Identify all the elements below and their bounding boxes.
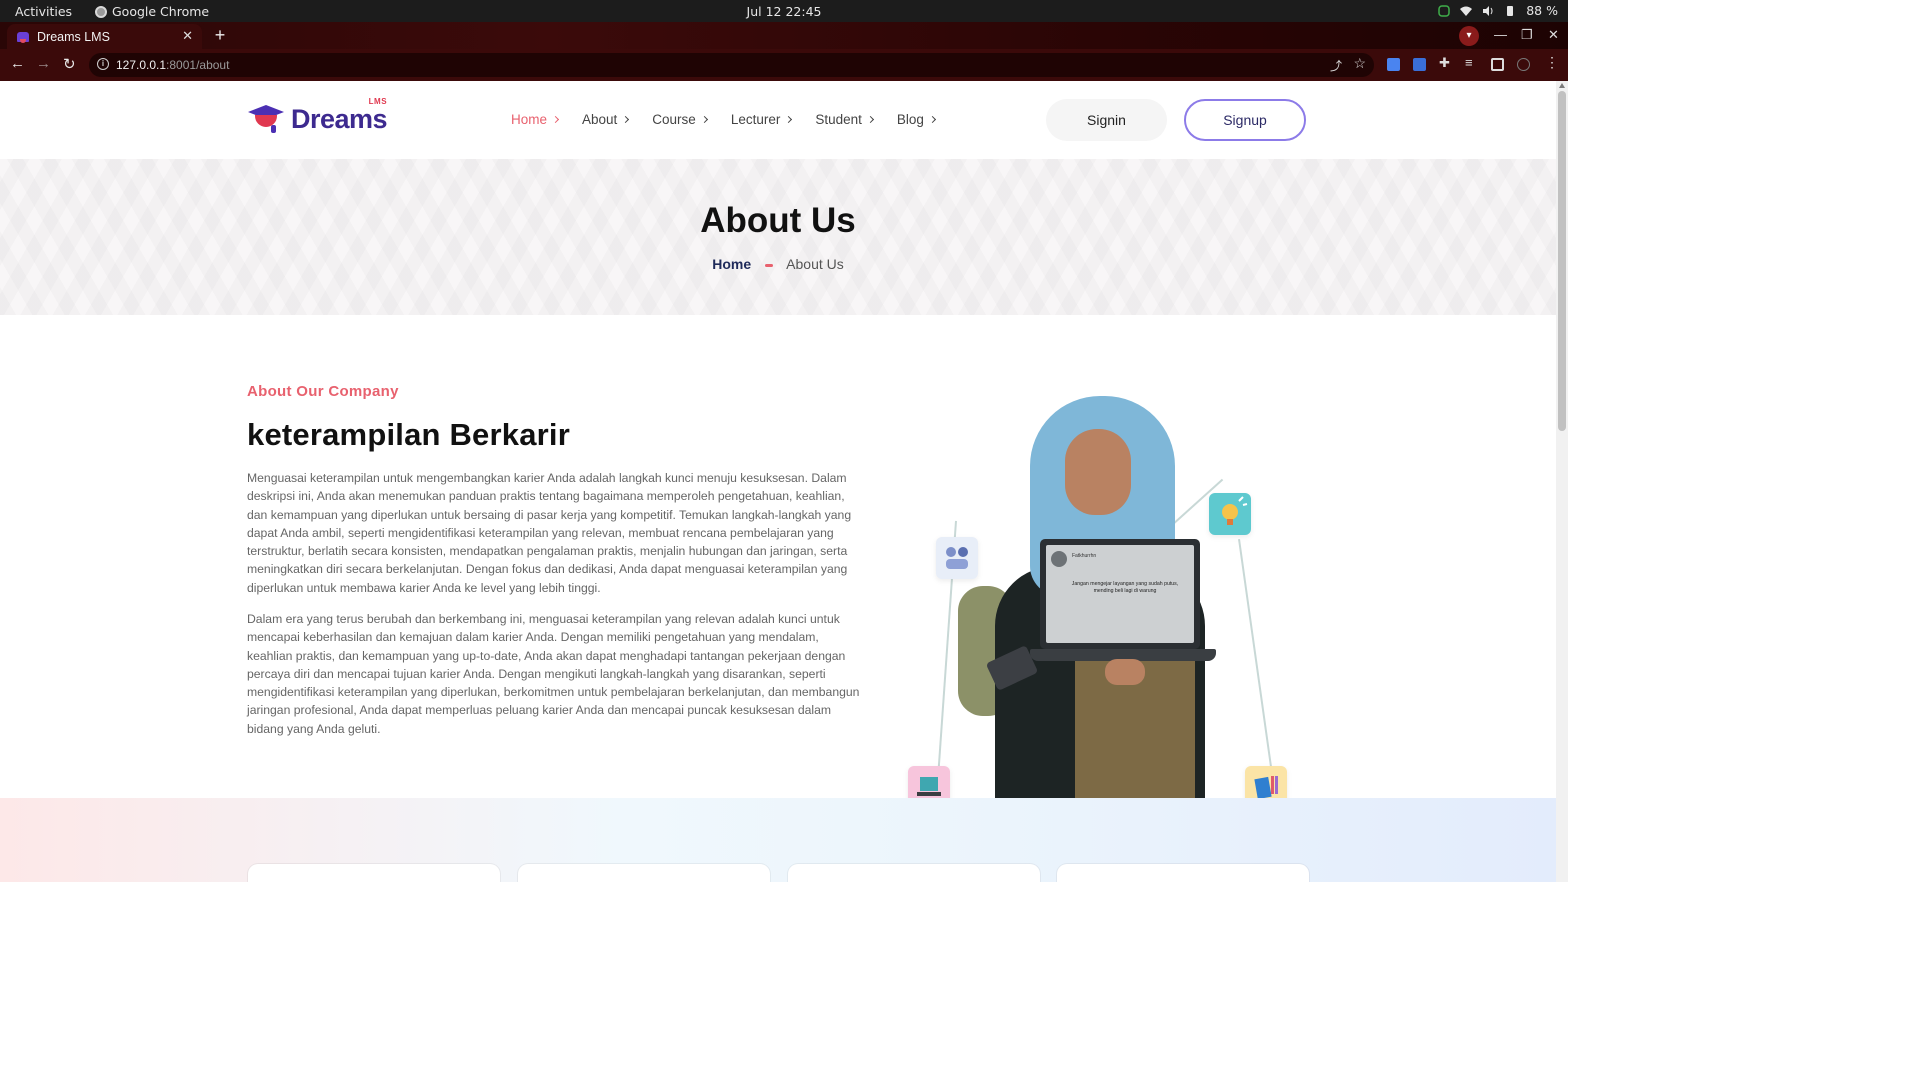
laptop-post-author: Fatkhurrhn [1072,553,1097,559]
scroll-up-icon[interactable] [1559,83,1565,88]
about-paragraph-2: Dalam era yang terus berubah dan berkemb… [247,612,860,736]
reload-icon[interactable]: ↻ [63,55,76,73]
section-eyebrow: About Our Company [247,383,399,400]
side-panel-icon[interactable] [1491,58,1504,71]
address-bar[interactable]: i 127.0.0.1:8001/about ⤴ ☆ [89,53,1374,77]
wifi-icon [1460,6,1473,16]
os-top-bar: Activities Google Chrome Jul 12 22:45 88… [0,0,1568,22]
chevron-right-icon [700,115,708,124]
browser-toolbar: ← → ↻ i 127.0.0.1:8001/about ⤴ ☆ ✚ ≡ ⋮ [0,49,1568,81]
url-text[interactable]: 127.0.0.1:8001/about [116,58,229,72]
signin-button[interactable]: Signin [1046,99,1167,141]
scrollbar-thumb[interactable] [1558,91,1566,431]
media-icon[interactable]: ≡ [1465,55,1478,70]
graduation-cap-icon [248,103,284,135]
team-icon [936,537,978,579]
chevron-right-icon [866,115,874,124]
about-illustration: Fatkhurrhn Jangan mengejar layangan yang… [900,391,1300,808]
system-tray[interactable]: 88 % [1438,3,1558,18]
close-window-icon[interactable]: ✕ [1548,27,1559,43]
feature-card[interactable] [518,864,770,882]
page-scrollbar[interactable] [1556,81,1568,882]
section-heading: keterampilan Berkarir [247,417,570,452]
logo-text: Dreams LMS [291,96,388,134]
tab-search-button[interactable]: ▾ [1459,26,1479,46]
feature-card[interactable] [788,864,1040,882]
battery-icon [1507,5,1514,16]
site-logo[interactable]: Dreams LMS [248,96,388,135]
close-tab-icon[interactable]: ✕ [182,28,193,44]
chevron-right-icon [785,115,793,124]
favicon-icon [17,31,29,43]
breadcrumb-current: About Us [786,256,844,272]
connector-line [1238,539,1274,777]
main-nav: Home About Course Lecturer Student Blog [511,112,959,127]
breadcrumb: Home About Us [0,256,1556,272]
about-paragraph-1: Menguasai keterampilan untuk mengembangk… [247,471,852,595]
chevron-right-icon [551,115,560,124]
page-title: About Us [700,201,856,240]
nav-course[interactable]: Course [652,112,708,127]
page: Dreams LMS Home About Course Lecturer Stu… [0,81,1556,882]
person-face [1065,429,1131,515]
extensions-puzzle-icon[interactable]: ✚ [1439,55,1452,70]
volume-icon [1483,5,1493,16]
extension-translate-icon[interactable] [1413,58,1426,71]
signup-button[interactable]: Signup [1184,99,1306,141]
tab-dreams-lms[interactable]: Dreams LMS ✕ [7,24,202,49]
lightbulb-icon [1209,493,1251,535]
nav-home[interactable]: Home [511,112,560,127]
laptop-screen: Fatkhurrhn Jangan mengejar layangan yang… [1040,539,1200,649]
site-header: Dreams LMS Home About Course Lecturer Stu… [0,81,1556,159]
back-icon[interactable]: ← [10,55,25,72]
new-tab-button[interactable]: + [210,26,230,46]
extension-docs-icon[interactable] [1387,58,1400,71]
share-icon[interactable]: ⤴ [1330,57,1342,74]
restore-icon[interactable]: ❐ [1521,27,1533,43]
update-icon [1438,4,1450,17]
nav-blog[interactable]: Blog [897,112,936,127]
chrome-menu-icon[interactable]: ⋮ [1545,54,1559,70]
laptop-post-text: Jangan mengejar layangan yang sudah putu… [1071,581,1179,594]
page-banner: About Us Home About Us [0,159,1556,315]
chevron-right-icon [928,115,936,124]
avatar [1051,551,1067,567]
nav-lecturer[interactable]: Lecturer [731,112,793,127]
minimize-icon[interactable]: — [1494,27,1507,42]
breadcrumb-separator [765,263,774,267]
forward-icon[interactable]: → [36,55,51,72]
tab-title: Dreams LMS [37,29,110,44]
bookmark-star-icon[interactable]: ☆ [1353,55,1366,72]
features-section [0,798,1556,882]
hand [1105,659,1145,685]
profile-icon[interactable] [1517,58,1530,71]
nav-student[interactable]: Student [815,112,874,127]
tab-strip: Dreams LMS ✕ + ▾ — ❐ ✕ [0,22,1568,49]
breadcrumb-home-link[interactable]: Home [712,256,751,272]
nav-about[interactable]: About [582,112,630,127]
clock[interactable]: Jul 12 22:45 [0,4,1568,19]
site-info-icon[interactable]: i [97,58,109,70]
battery-level: 88 % [1526,3,1558,18]
feature-card[interactable] [1057,864,1309,882]
feature-card[interactable] [248,864,500,882]
chevron-right-icon [622,115,630,124]
